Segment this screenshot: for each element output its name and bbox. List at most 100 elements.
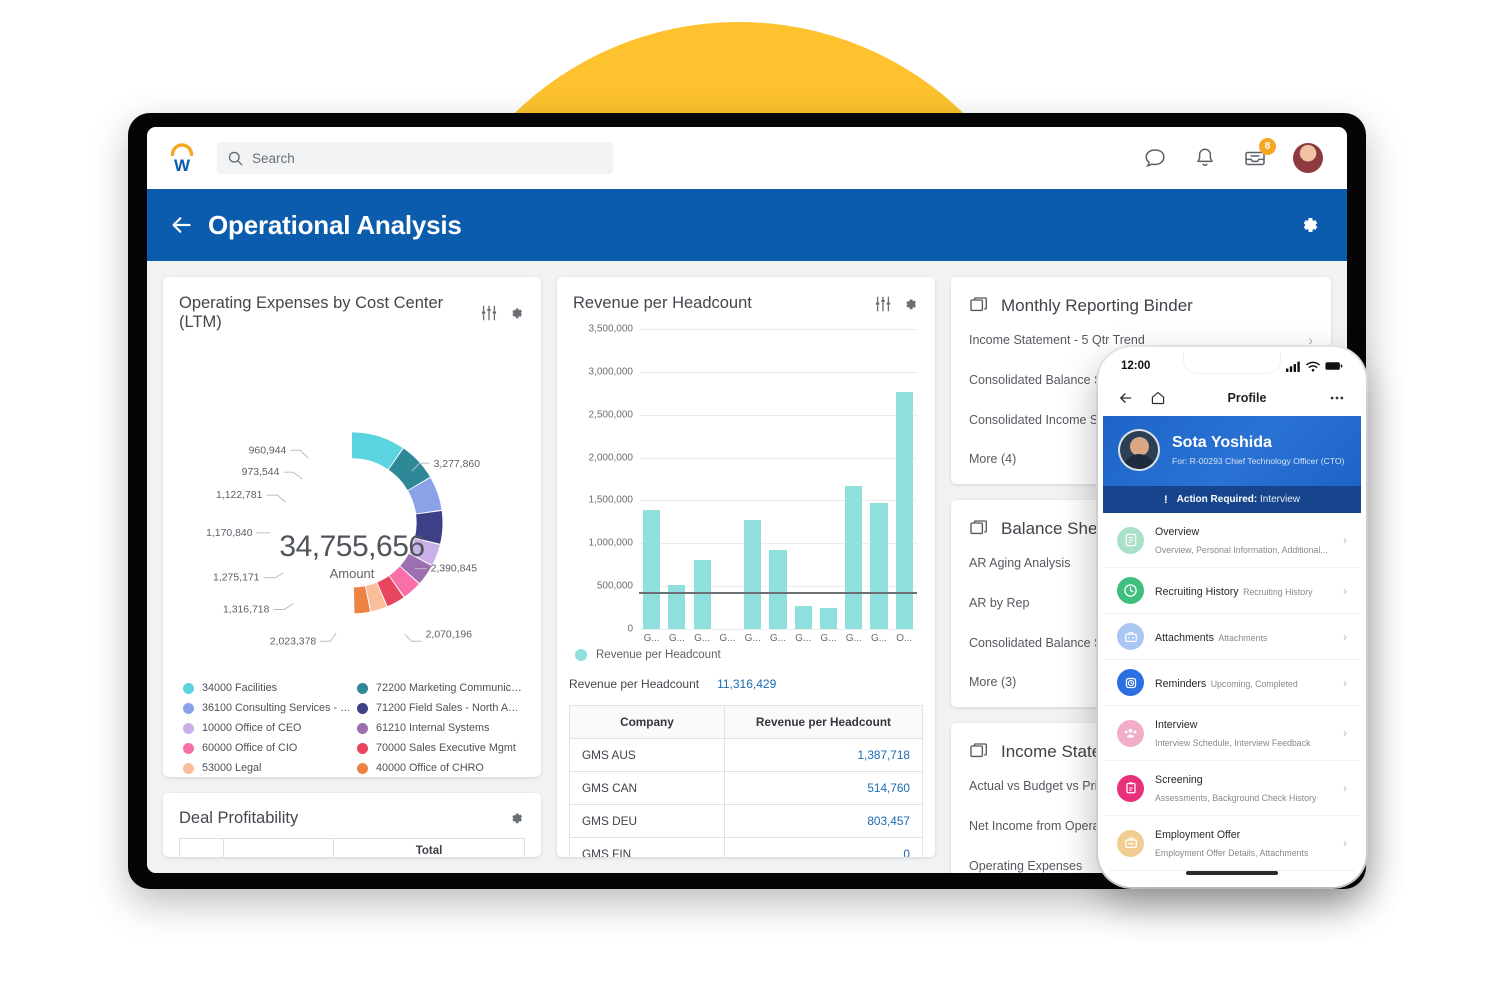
table-row[interactable]: GMS FIN 0	[570, 838, 922, 857]
status-time: 12:00	[1121, 360, 1151, 372]
bar-slot[interactable]	[715, 329, 740, 629]
bell-icon[interactable]	[1193, 146, 1217, 170]
y-tick: 500,000	[596, 580, 633, 592]
item-subtitle: Upcoming, Completed	[1210, 678, 1298, 689]
binder-item-label: AR by Rep	[969, 596, 1030, 610]
briefcase-icon	[1117, 623, 1144, 650]
legend-item[interactable]: 71200 Field Sales - North Ame...	[357, 702, 525, 714]
profile-item-overview[interactable]: Overview Overview, Personal Information,…	[1103, 513, 1361, 568]
bar-series	[639, 329, 917, 629]
legend-item[interactable]: 61210 Internal Systems	[357, 722, 525, 734]
legend-item[interactable]: 72200 Marketing Communicat...	[357, 682, 525, 694]
action-required-banner[interactable]: ! Action Required: Interview	[1103, 486, 1361, 513]
bar-slot[interactable]	[841, 329, 866, 629]
bar-slot[interactable]	[690, 329, 715, 629]
legend-item[interactable]: 34000 Facilities	[183, 682, 351, 694]
legend-item[interactable]: 36100 Consulting Services - N...	[183, 702, 351, 714]
cell-revenue[interactable]: 1,387,718	[725, 739, 922, 771]
profile-item-recruiting-history[interactable]: Recruiting History Recruiting History ›	[1103, 568, 1361, 614]
bar-slot[interactable]	[639, 329, 664, 629]
bar[interactable]	[845, 486, 863, 629]
table-row[interactable]: GMS AUS 1,387,718	[570, 739, 922, 772]
bar[interactable]	[744, 519, 762, 629]
gear-icon[interactable]	[901, 295, 919, 313]
bar-slot[interactable]	[740, 329, 765, 629]
x-tick: G...	[744, 633, 761, 644]
search-input[interactable]: Search	[217, 142, 613, 174]
bar-slot[interactable]	[892, 329, 917, 629]
legend-item[interactable]: 70000 Sales Executive Mgmt	[357, 742, 525, 754]
binder-icon	[970, 297, 987, 312]
item-title: Interview	[1155, 719, 1198, 731]
chevron-right-icon: ›	[1343, 781, 1347, 795]
legend-swatch	[575, 649, 587, 661]
profile-item-interview[interactable]: Interview Interview Schedule, Interview …	[1103, 706, 1361, 761]
bar[interactable]	[870, 503, 888, 629]
item-subtitle: Assessments, Background Check History	[1155, 793, 1317, 803]
filter-sliders-icon[interactable]	[874, 295, 892, 313]
cell-revenue[interactable]: 0	[725, 838, 922, 857]
x-tick: G...	[694, 633, 711, 644]
legend-swatch	[183, 702, 194, 714]
chevron-right-icon: ›	[1343, 533, 1347, 547]
table-row[interactable]: GMS CAN 514,760	[570, 772, 922, 805]
card-title: Balance Sheet	[1001, 519, 1112, 538]
x-tick: G...	[668, 633, 685, 644]
table-row[interactable]: GMS DEU 803,457	[570, 805, 922, 838]
status-indicators	[1286, 361, 1343, 372]
bar[interactable]	[794, 605, 812, 629]
home-icon[interactable]	[1150, 390, 1166, 406]
profile-item-employment-offer[interactable]: Employment Offer Employment Offer Detail…	[1103, 816, 1361, 871]
profile-item-screening[interactable]: Screening Assessments, Background Check …	[1103, 761, 1361, 816]
avatar[interactable]	[1118, 429, 1160, 471]
cell-revenue[interactable]: 514,760	[725, 772, 922, 804]
bar[interactable]	[819, 608, 838, 629]
bar-slot[interactable]	[664, 329, 689, 629]
item-subtitle: Interview Schedule, Interview Feedback	[1155, 738, 1311, 748]
bar[interactable]	[643, 510, 661, 629]
svg-text:3,277,860: 3,277,860	[434, 459, 481, 470]
legend-item[interactable]: 10000 Office of CEO	[183, 722, 351, 734]
bar-slot[interactable]	[791, 329, 816, 629]
workday-logo[interactable]: W	[165, 141, 199, 175]
y-tick: 2,500,000	[588, 409, 634, 421]
item-subtitle: Recruiting History	[1243, 586, 1313, 597]
gear-icon[interactable]	[1297, 213, 1321, 237]
bar[interactable]	[693, 560, 711, 629]
table-header-row: Company Revenue per Headcount	[570, 706, 922, 739]
bar-slot[interactable]	[866, 329, 891, 629]
item-text: Reminders Upcoming, Completed	[1155, 674, 1332, 692]
back-arrow-icon[interactable]	[169, 212, 195, 238]
cell-revenue[interactable]: 803,457	[725, 805, 922, 837]
gear-icon[interactable]	[507, 809, 525, 827]
legend-item[interactable]: 60000 Office of CIO	[183, 742, 351, 754]
legend-item[interactable]: 53000 Legal	[183, 762, 351, 774]
legend-label: 70000 Sales Executive Mgmt	[376, 742, 516, 754]
reference-line	[639, 592, 917, 594]
more-options-icon[interactable]	[1328, 389, 1346, 407]
bar-slot[interactable]	[765, 329, 790, 629]
bar-slot[interactable]	[816, 329, 841, 629]
action-required-value: Interview	[1260, 494, 1301, 505]
filter-sliders-icon[interactable]	[480, 304, 498, 322]
legend-item[interactable]: 40000 Office of CHRO	[357, 762, 525, 774]
gear-icon[interactable]	[507, 304, 525, 322]
bar[interactable]	[769, 549, 787, 629]
avatar[interactable]	[1293, 143, 1323, 173]
summary-value[interactable]: 11,316,429	[717, 677, 776, 691]
profile-item-reminders[interactable]: Reminders Upcoming, Completed ›	[1103, 660, 1361, 706]
cell-company: GMS FIN	[570, 838, 725, 857]
search-icon	[228, 151, 243, 165]
home-indicator[interactable]	[1186, 871, 1278, 875]
top-bar-actions: 8	[1143, 138, 1323, 173]
inbox-icon[interactable]: 8	[1243, 138, 1276, 170]
revenue-summary: Revenue per Headcount 11,316,429	[557, 661, 935, 691]
y-tick: 0	[627, 623, 633, 635]
profile-hero: Sota Yoshida For: R-00293 Chief Technolo…	[1103, 416, 1361, 486]
back-arrow-icon[interactable]	[1118, 390, 1134, 406]
chat-icon[interactable]	[1143, 146, 1167, 170]
item-subtitle: Attachments	[1218, 632, 1268, 643]
deal-col-1	[180, 838, 224, 857]
item-title: Reminders	[1155, 677, 1207, 690]
profile-item-attachments[interactable]: Attachments Attachments ›	[1103, 614, 1361, 660]
